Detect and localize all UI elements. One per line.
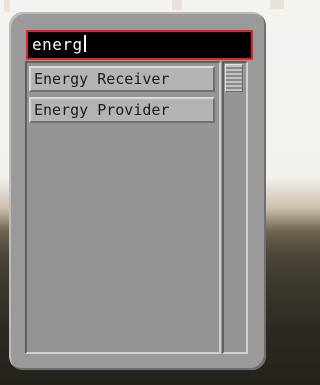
list-item-energy-provider[interactable]: Energy Provider (29, 97, 215, 123)
search-input-text: energ (32, 35, 83, 54)
scrollbar-thumb[interactable] (225, 64, 243, 92)
scrollbar-track[interactable] (222, 61, 248, 354)
search-input[interactable]: energ (26, 30, 253, 60)
background-scenery (270, 0, 284, 9)
background-scenery (4, 0, 10, 12)
background-scenery (172, 0, 182, 10)
list-item-energy-receiver[interactable]: Energy Receiver (29, 66, 215, 92)
text-caret (83, 35, 86, 52)
results-list: Energy Receiver Energy Provider (25, 61, 221, 354)
